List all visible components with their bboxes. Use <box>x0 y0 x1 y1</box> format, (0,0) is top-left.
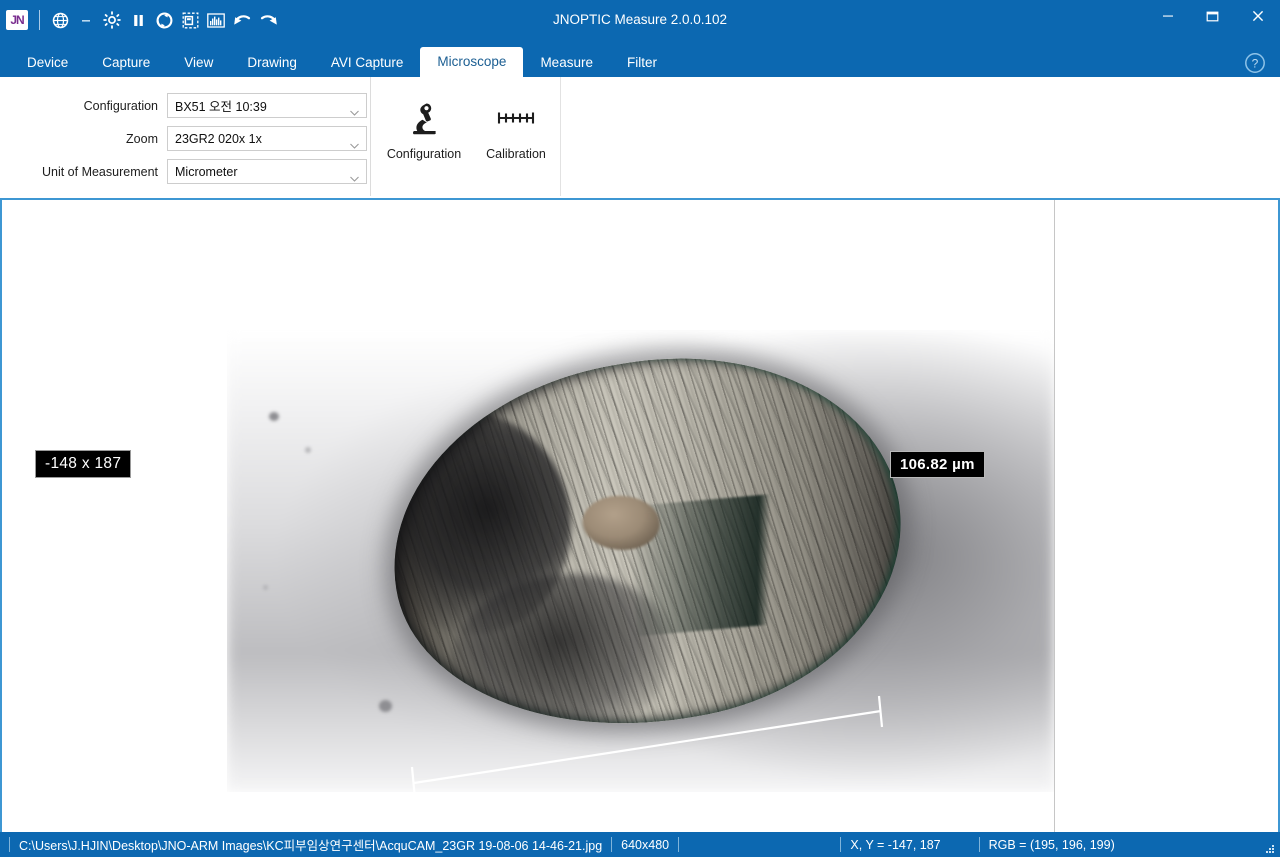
refresh-icon[interactable] <box>151 5 177 35</box>
redo-icon[interactable] <box>255 5 281 35</box>
toolbar-divider <box>39 10 40 30</box>
field-unit-of-measurement: Unit of Measurement Micrometer <box>18 159 367 184</box>
status-divider <box>611 837 612 852</box>
app-logo-text: JN <box>10 13 23 27</box>
close-button[interactable] <box>1235 0 1280 32</box>
chevron-down-icon <box>350 136 359 142</box>
ribbon-panel: Configuration BX51 오전 10:39 Zoom 23GR2 0… <box>0 77 1280 200</box>
chevron-down-icon <box>350 103 359 109</box>
gear-icon[interactable] <box>99 5 125 35</box>
tab-filter[interactable]: Filter <box>610 49 674 77</box>
chevron-down-icon <box>350 169 359 175</box>
help-circle-icon[interactable]: ? <box>1244 52 1266 74</box>
tab-device[interactable]: Device <box>10 49 85 77</box>
title-bar: JN <box>0 0 1280 40</box>
svg-text:?: ? <box>1252 56 1259 70</box>
tab-microscope[interactable]: Microscope <box>420 47 523 77</box>
image-speck <box>263 585 268 590</box>
application-window: JN <box>0 0 1280 857</box>
configuration-button-label: Configuration <box>387 147 461 161</box>
tab-avi-capture[interactable]: AVI Capture <box>314 49 421 77</box>
chevron-down-icon[interactable] <box>73 5 99 35</box>
status-resolution: 640x480 <box>621 838 669 852</box>
status-divider <box>678 837 679 852</box>
window-controls <box>1145 0 1280 40</box>
configuration-button[interactable]: Configuration <box>378 89 470 161</box>
ribbon-group-actions: Configuration <box>370 77 561 196</box>
tab-drawing[interactable]: Drawing <box>230 49 314 77</box>
status-divider <box>9 837 10 852</box>
tab-measure[interactable]: Measure <box>523 49 610 77</box>
calibration-button-label: Calibration <box>486 147 546 161</box>
microscope-image <box>227 330 1054 792</box>
status-divider <box>979 837 980 852</box>
zoom-dropdown[interactable]: 23GR2 020x 1x <box>167 126 367 151</box>
ruler-scale-icon <box>494 89 538 147</box>
label-zoom: Zoom <box>18 132 167 146</box>
canvas-divider <box>1054 200 1055 832</box>
maximize-button[interactable] <box>1190 0 1235 32</box>
status-rgb-value: RGB = (195, 196, 199) <box>989 838 1115 852</box>
histogram-icon[interactable] <box>203 5 229 35</box>
minimize-button[interactable] <box>1145 0 1190 32</box>
microscope-icon <box>404 89 444 147</box>
status-divider <box>840 837 841 852</box>
field-zoom: Zoom 23GR2 020x 1x <box>18 126 367 151</box>
zoom-value: 23GR2 020x 1x <box>168 132 262 146</box>
resize-grip-icon[interactable] <box>1258 836 1276 854</box>
field-configuration: Configuration BX51 오전 10:39 <box>18 93 367 118</box>
ribbon-tabs: Device Capture View Drawing AVI Capture … <box>0 40 1280 77</box>
tab-capture[interactable]: Capture <box>85 49 167 77</box>
label-unit-of-measurement: Unit of Measurement <box>18 165 167 179</box>
calibration-button[interactable]: Calibration <box>470 89 562 161</box>
image-speck <box>269 412 279 421</box>
unit-of-measurement-dropdown[interactable]: Micrometer <box>167 159 367 184</box>
undo-icon[interactable] <box>229 5 255 35</box>
snapshot-icon[interactable] <box>177 5 203 35</box>
image-speck <box>305 447 311 453</box>
status-file-path: C:\Users\J.HJIN\Desktop\JNO-ARM Images\K… <box>19 835 602 854</box>
configuration-value: BX51 오전 10:39 <box>168 96 267 115</box>
image-canvas[interactable]: -148 x 187 106.82 µm <box>0 200 1280 832</box>
unit-of-measurement-value: Micrometer <box>168 165 238 179</box>
app-logo-icon: JN <box>6 10 28 30</box>
tab-view[interactable]: View <box>167 49 230 77</box>
ribbon-group-settings: Configuration BX51 오전 10:39 Zoom 23GR2 0… <box>0 77 371 196</box>
image-speck <box>379 700 392 712</box>
quick-access-toolbar: JN <box>0 0 281 40</box>
globe-icon[interactable] <box>47 5 73 35</box>
cursor-coordinate-tag: -148 x 187 <box>35 450 131 478</box>
pause-icon[interactable] <box>125 5 151 35</box>
configuration-dropdown[interactable]: BX51 오전 10:39 <box>167 93 367 118</box>
label-configuration: Configuration <box>18 99 167 113</box>
status-cursor-position: X, Y = -147, 187 <box>850 838 940 852</box>
measurement-value-tag: 106.82 µm <box>890 451 985 478</box>
status-bar: C:\Users\J.HJIN\Desktop\JNO-ARM Images\K… <box>0 832 1280 857</box>
